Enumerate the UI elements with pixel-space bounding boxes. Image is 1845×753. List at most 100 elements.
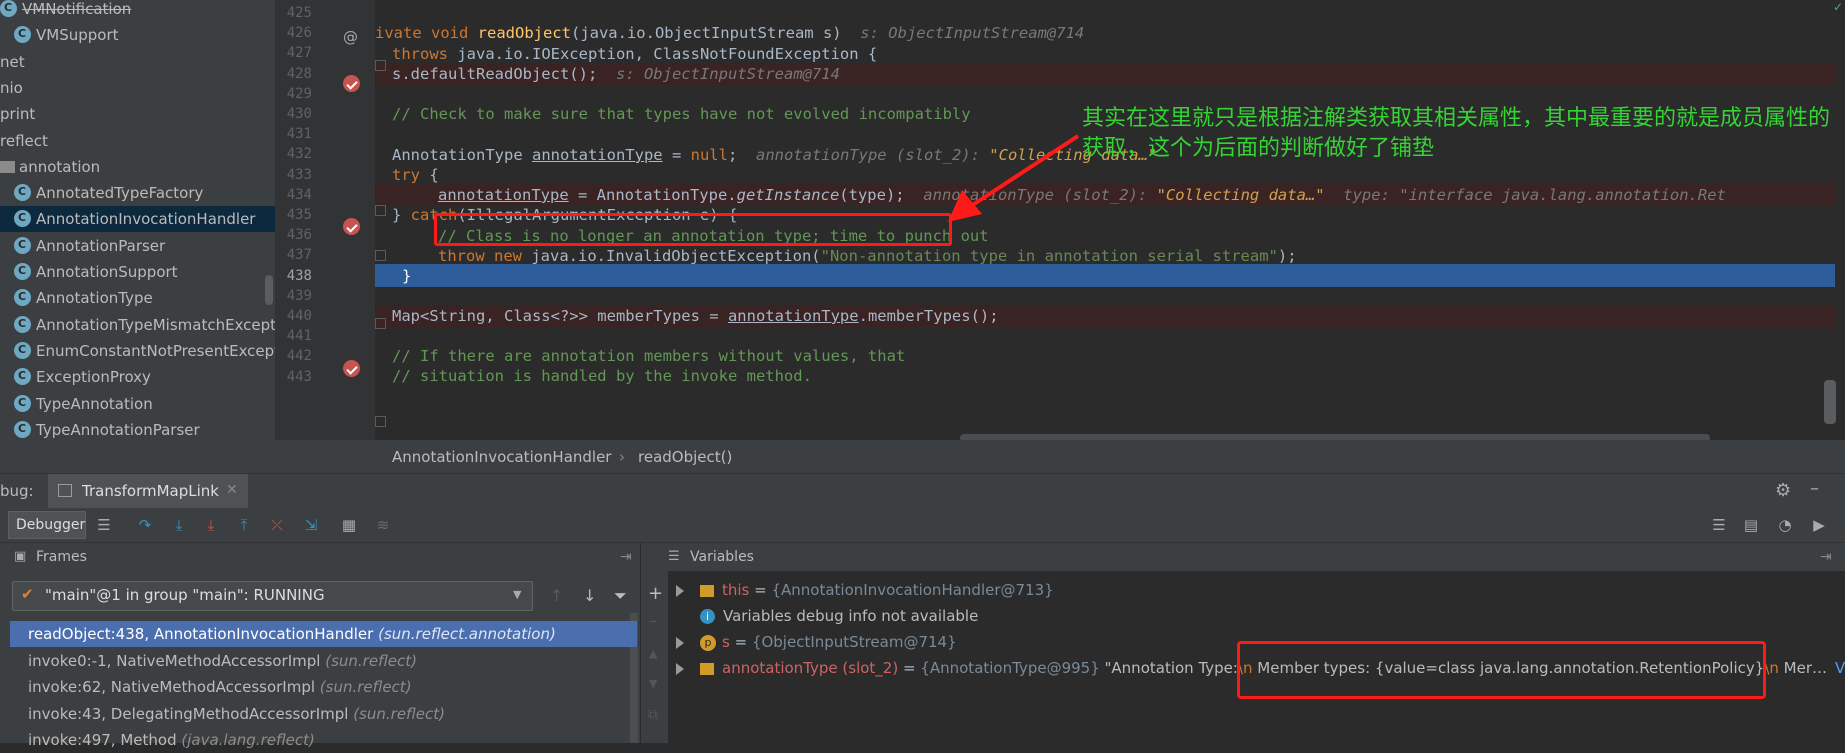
line-number: 443 bbox=[286, 368, 312, 385]
highlight-box bbox=[434, 213, 952, 246]
annotation-note: 其实在这里就只是根据注解类获取其相关属性，其中最重要的就是成员属性的获取，这个为… bbox=[1082, 106, 1831, 161]
stack-frame-row[interactable]: readObject:438, AnnotationInvocationHand… bbox=[10, 621, 637, 647]
arrow-down-icon[interactable]: ↓ bbox=[583, 586, 596, 605]
variable-value: {ObjectInputStream@714} bbox=[751, 633, 957, 651]
variable-info-row: i Variables debug info not available bbox=[700, 603, 978, 629]
move-down-icon[interactable]: ▼ bbox=[649, 677, 657, 690]
pin-icon[interactable]: ⇥ bbox=[1820, 543, 1832, 571]
fold-marker-icon[interactable] bbox=[375, 318, 386, 329]
remove-watch-icon[interactable]: – bbox=[649, 611, 657, 630]
inline-debug-value: "Collecting data…" bbox=[1156, 186, 1325, 204]
frames-pane: ▣ Frames ⇥ ✔ "main"@1 in group "main": R… bbox=[0, 543, 640, 749]
stack-frame-method: invoke:497, Method bbox=[28, 731, 182, 750]
thread-selector[interactable]: ✔ "main"@1 in group "main": RUNNING ▼ bbox=[12, 581, 533, 611]
line-number: 432 bbox=[286, 146, 312, 163]
stack-frame-row[interactable]: invoke0:-1, NativeMethodAccessorImpl (su… bbox=[10, 648, 637, 674]
pin-icon[interactable]: ⇥ bbox=[620, 543, 632, 571]
code-token: (type); bbox=[839, 186, 905, 204]
stack-frame-package: (sun.reflect) bbox=[319, 678, 412, 697]
filter-icon[interactable]: ⏷ bbox=[614, 586, 627, 606]
view-link[interactable]: View bbox=[1835, 659, 1845, 677]
stack-frame-row[interactable]: invoke:497, Method (java.lang.reflect) bbox=[10, 727, 637, 753]
breakpoint-icon[interactable] bbox=[343, 360, 360, 377]
add-watch-icon[interactable]: + bbox=[648, 583, 663, 604]
restore-layout-icon[interactable]: ☰ bbox=[1710, 516, 1728, 534]
breadcrumb-method[interactable]: readObject() bbox=[638, 448, 732, 466]
gear-icon[interactable]: ⚙ bbox=[1775, 480, 1791, 501]
code-token: s.defaultReadObject(); bbox=[392, 65, 598, 83]
fold-marker-icon[interactable] bbox=[375, 205, 386, 216]
code-token: try bbox=[392, 166, 420, 184]
inline-debug-value: s: ObjectInputStream@714 bbox=[860, 24, 1085, 42]
close-icon[interactable]: ✕ bbox=[226, 482, 238, 498]
run-to-cursor-icon[interactable]: ⇲ bbox=[302, 516, 320, 534]
variable-row-this[interactable]: this = {AnnotationInvocationHandler@713} bbox=[676, 577, 1054, 603]
tab-label: TransformMapLink bbox=[82, 482, 219, 500]
line-number: 429 bbox=[286, 85, 312, 102]
tree-item[interactable]: TypeAnnotation bbox=[0, 390, 153, 417]
code-token: ivate void bbox=[375, 24, 478, 42]
fold-marker-icon[interactable] bbox=[375, 416, 386, 427]
code-line-443: // situation is handled by the invoke me… bbox=[392, 367, 812, 385]
expand-icon[interactable] bbox=[676, 636, 684, 649]
force-step-into-icon[interactable]: ⤓ bbox=[202, 516, 220, 534]
breadcrumb-class[interactable]: AnnotationInvocationHandler bbox=[392, 448, 611, 466]
tree-item[interactable]: TypeAnnotationParser bbox=[0, 416, 200, 443]
variable-separator: = bbox=[749, 581, 772, 599]
copy-icon[interactable]: ⧉ bbox=[648, 707, 658, 723]
trace-icon[interactable]: ≋ bbox=[374, 516, 392, 534]
minimize-icon[interactable]: – bbox=[1810, 478, 1819, 499]
variables-header: ☰ Variables ⇥ bbox=[668, 543, 1845, 571]
memory-icon[interactable]: ◔ bbox=[1776, 516, 1794, 534]
code-token: Map<String, Class<?>> memberTypes = bbox=[392, 307, 728, 325]
stack-frame-row[interactable]: invoke:43, DelegatingMethodAccessorImpl … bbox=[10, 701, 637, 727]
escape-char: \n bbox=[1764, 659, 1779, 677]
expand-icon[interactable] bbox=[676, 662, 684, 675]
variable-name: annotationType (slot_2) bbox=[722, 659, 899, 677]
line-number: 434 bbox=[286, 186, 312, 203]
code-line-437: throw new java.io.InvalidObjectException… bbox=[438, 244, 1297, 268]
console-icon[interactable]: ▶ bbox=[1810, 516, 1828, 534]
code-token: annotationType bbox=[727, 307, 859, 325]
code-token: getInstance bbox=[736, 186, 840, 204]
tab-transformmaplink[interactable]: TransformMapLink ✕ bbox=[48, 474, 248, 508]
threads-icon[interactable]: ▤ bbox=[1742, 516, 1760, 534]
line-number: 435 bbox=[286, 207, 312, 223]
variable-string-value: "Annotation Type: bbox=[1104, 659, 1238, 677]
step-into-icon[interactable]: ⤓ bbox=[170, 516, 188, 534]
stack-frame-row[interactable]: invoke:62, NativeMethodAccessorImpl (sun… bbox=[10, 674, 637, 700]
override-marker-icon[interactable]: @ bbox=[343, 28, 358, 46]
variable-row-s[interactable]: ps = {ObjectInputStream@714} bbox=[676, 629, 957, 655]
stack-frame-package: (sun.reflect) bbox=[325, 651, 417, 670]
arrow-up-icon[interactable]: ↑ bbox=[550, 586, 563, 605]
variables-icon: ☰ bbox=[668, 549, 680, 564]
frames-title: Frames bbox=[36, 549, 87, 565]
fold-marker-icon[interactable] bbox=[375, 60, 386, 71]
class-icon bbox=[14, 416, 31, 442]
fold-marker-icon[interactable] bbox=[375, 250, 386, 261]
variables-title: Variables bbox=[690, 549, 754, 565]
line-number: 430 bbox=[286, 106, 312, 122]
line-number: 439 bbox=[286, 287, 312, 304]
line-number: 425 bbox=[286, 5, 312, 21]
expand-icon[interactable] bbox=[676, 584, 684, 597]
layout-icon[interactable]: ☰ bbox=[95, 516, 113, 534]
tab-debugger[interactable]: Debugger bbox=[8, 511, 86, 539]
stack-frame-package: (sun.reflect) bbox=[353, 704, 445, 723]
step-over-icon[interactable]: ↷ bbox=[136, 516, 154, 534]
breakpoint-icon[interactable] bbox=[343, 218, 360, 235]
breakpoint-icon[interactable] bbox=[343, 75, 360, 92]
stack-frame-package: (sun.reflect.annotation) bbox=[378, 625, 556, 643]
line-number: 442 bbox=[286, 348, 312, 365]
code-token: .memberTypes(); bbox=[858, 307, 999, 325]
code-line-430: // Check to make sure that types have no… bbox=[392, 105, 971, 123]
stack-frame-package: (java.lang.reflect) bbox=[181, 731, 315, 750]
code-token: AnnotationType bbox=[392, 146, 532, 164]
evaluate-expression-icon[interactable]: ▦ bbox=[340, 516, 358, 534]
code-token: throws bbox=[392, 45, 458, 63]
step-out-icon[interactable]: ⤒ bbox=[235, 516, 253, 534]
move-up-icon[interactable]: ▲ bbox=[649, 647, 657, 660]
drop-frame-icon[interactable]: ⤫ bbox=[268, 516, 286, 534]
editor-vertical-scrollbar[interactable] bbox=[1824, 380, 1836, 424]
inline-debug-value: s: ObjectInputStream@714 bbox=[615, 65, 840, 83]
